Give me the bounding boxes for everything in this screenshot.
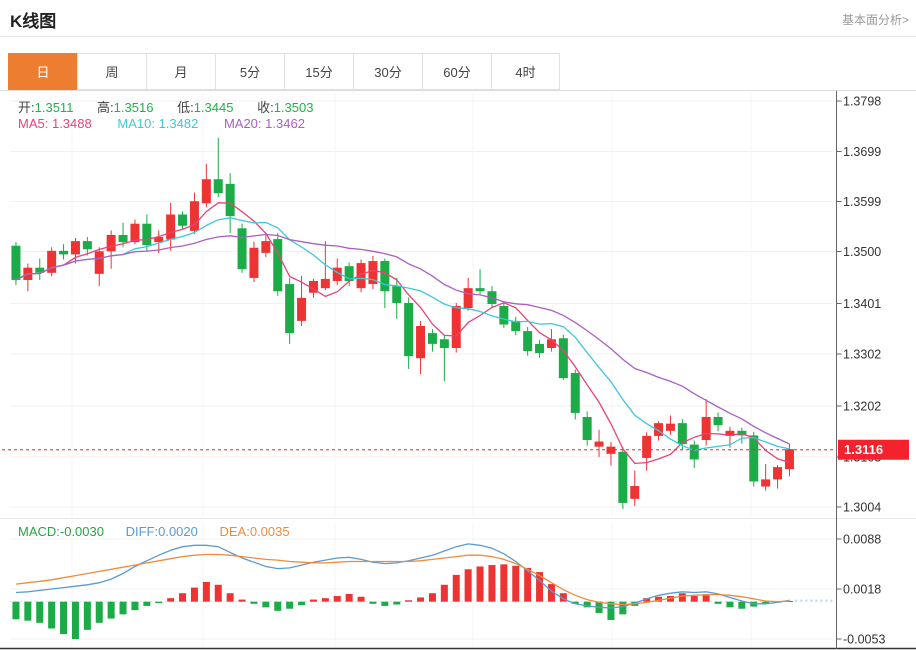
kline-page: K线图 基本面分析> 日 周 月 5分 15分 30分 60分 4时 1.379…	[0, 0, 916, 650]
tab-month[interactable]: 月	[146, 53, 215, 90]
tab-15min[interactable]: 15分	[284, 53, 353, 90]
ma20-line	[16, 235, 790, 445]
candles-layer	[11, 138, 794, 509]
axis-labels: 1.3798 1.3699 1.3599 1.3500 1.3401 1.3302 1.32…	[837, 95, 886, 647]
current-price-value: 1.3116	[844, 442, 883, 457]
gridlines	[10, 93, 833, 647]
page-header: K线图 基本面分析>	[0, 0, 916, 37]
kline-svg: 1.3798 1.3699 1.3599 1.3500 1.3401 1.3302 1.32…	[0, 91, 916, 650]
tab-60min[interactable]: 60分	[422, 53, 491, 90]
axis-tick-label: 1.3202	[843, 400, 881, 414]
interval-tabbar: 日 周 月 5分 15分 30分 60分 4时	[0, 37, 916, 91]
axis-tick-label: 1.3302	[843, 348, 881, 362]
tab-4hour[interactable]: 4时	[491, 53, 560, 90]
axis-tick-label: 1.3599	[843, 195, 881, 209]
tab-5min[interactable]: 5分	[215, 53, 284, 90]
page-title: K线图	[10, 7, 56, 32]
axis-tick-label: 1.3401	[843, 297, 881, 311]
tab-week[interactable]: 周	[77, 53, 146, 90]
axis-tick-label: 1.3500	[843, 245, 881, 259]
axis-tick-label: 0.0018	[843, 583, 881, 597]
axis-tick-label: 1.3004	[843, 501, 881, 515]
tab-30min[interactable]: 30分	[353, 53, 422, 90]
axis-tick-label: 1.3699	[843, 145, 881, 159]
fundamental-analysis-link[interactable]: 基本面分析>	[842, 11, 909, 28]
axis-tick-label: 0.0088	[843, 533, 881, 547]
axis-tick-label: 1.3798	[843, 95, 881, 109]
chart-area[interactable]: 1.3798 1.3699 1.3599 1.3500 1.3401 1.3302 1.32…	[0, 91, 916, 650]
current-price-badge: 1.3116	[838, 440, 909, 460]
tab-day[interactable]: 日	[8, 53, 77, 90]
axis-tick-label: -0.0053	[843, 633, 885, 647]
dea-line	[16, 555, 790, 605]
